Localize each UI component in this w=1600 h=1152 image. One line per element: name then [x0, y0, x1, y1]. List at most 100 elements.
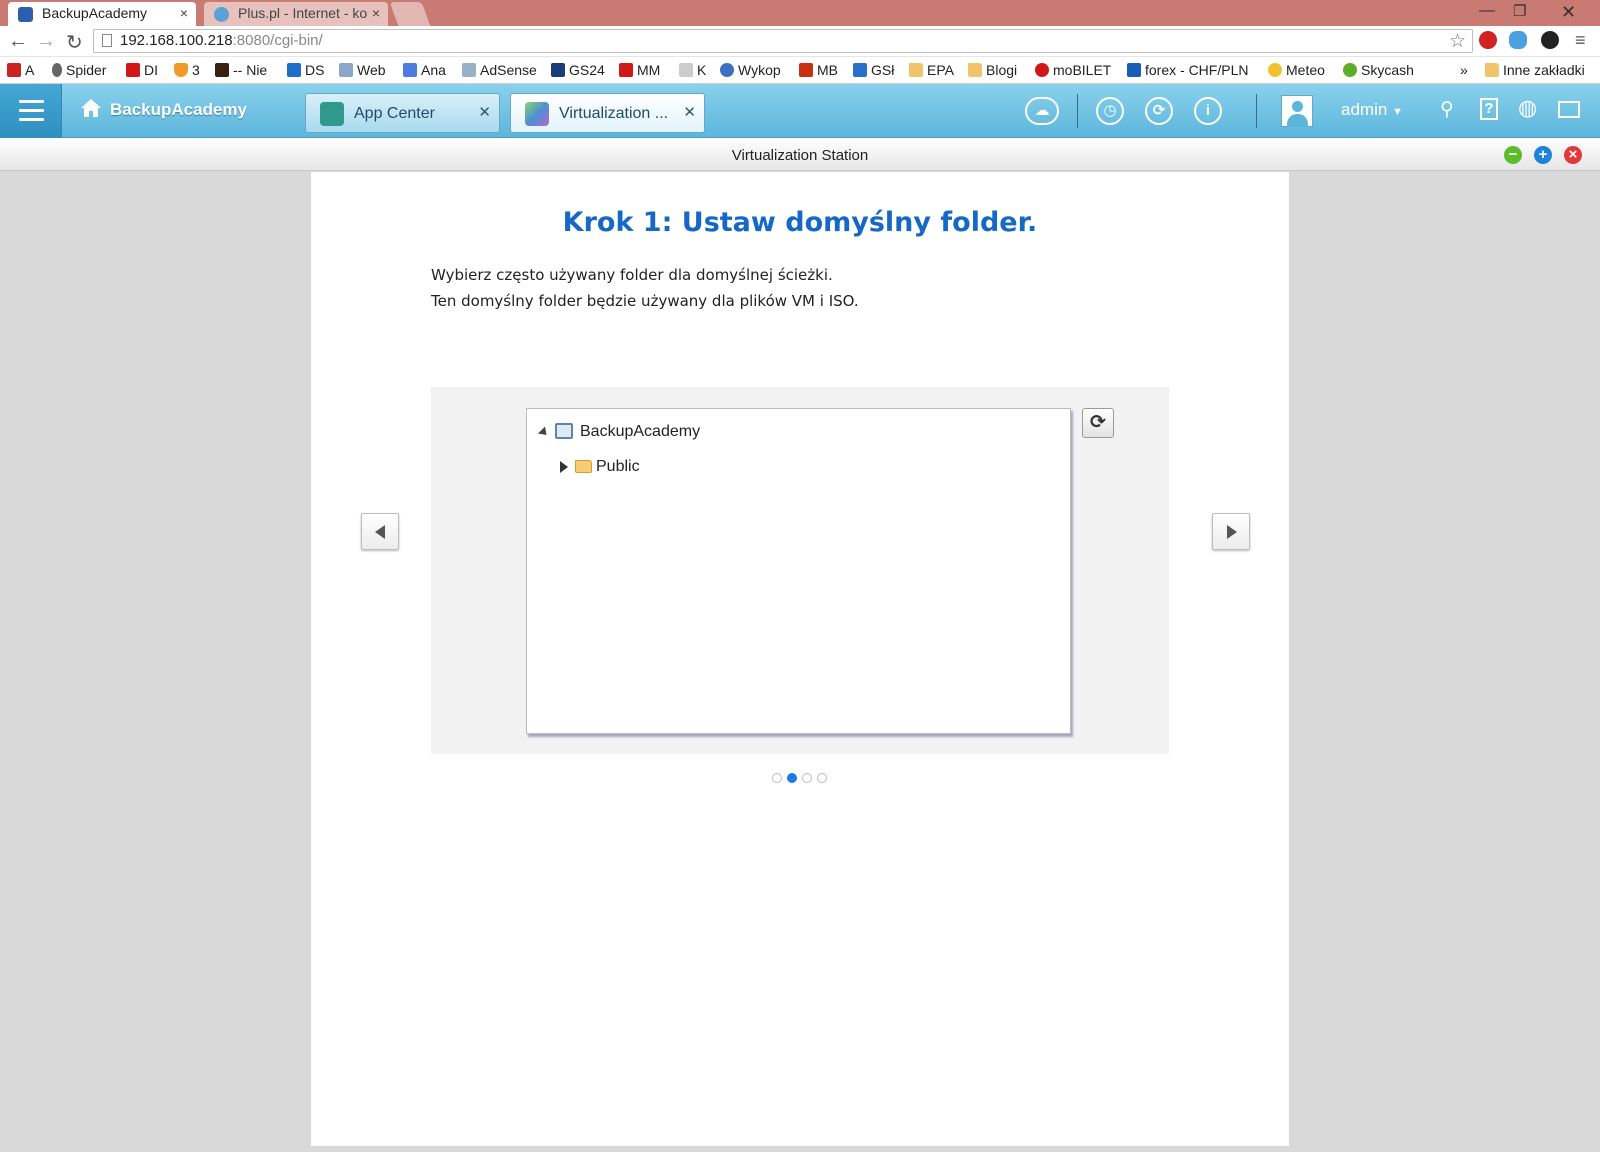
gsl-icon: [853, 63, 867, 77]
help-icon[interactable]: ?: [1480, 98, 1498, 120]
more-bookmarks-button[interactable]: »: [1460, 62, 1468, 78]
refresh-button[interactable]: ⟳: [1082, 408, 1114, 438]
bookmark-item[interactable]: DS: [287, 62, 324, 78]
close-icon[interactable]: ✕: [478, 103, 491, 121]
back-arrow-icon[interactable]: ←: [8, 30, 28, 53]
page-title: Krok 1: Ustaw domyślny folder.: [562, 207, 1038, 238]
user-menu[interactable]: admin ▼: [1341, 100, 1403, 120]
tree-node-label: BackupAcademy: [580, 423, 701, 440]
browser-tab-strip: BackupAcademy × Plus.pl - Internet - ko …: [0, 0, 1600, 26]
minimize-window-icon[interactable]: —: [1479, 2, 1495, 20]
gs-icon: [551, 63, 565, 77]
divider: [1256, 94, 1257, 128]
close-tab-icon[interactable]: ×: [180, 5, 188, 21]
wizard-panel: Krok 1: Ustaw domyślny folder. Wybierz c…: [311, 172, 1289, 1146]
hamburger-icon: [19, 109, 44, 112]
bookmark-item[interactable]: MM: [619, 62, 660, 78]
tab-app-center[interactable]: App Center ✕: [305, 93, 500, 133]
window-title-bar: Virtualization Station − + ×: [0, 138, 1600, 171]
sync-icon[interactable]: ⟳: [1145, 97, 1173, 125]
expand-triangle-icon[interactable]: [560, 461, 568, 473]
bookmark-folder[interactable]: Blogi: [968, 62, 1017, 78]
user-name: admin: [1341, 100, 1388, 119]
maximize-icon[interactable]: +: [1534, 146, 1552, 164]
dsm-icon: [287, 63, 301, 77]
reload-icon[interactable]: ↻: [66, 30, 83, 55]
bookmark-item[interactable]: GSł: [853, 62, 894, 78]
page-dot[interactable]: [787, 773, 797, 783]
description-line: Wybierz często używany folder dla domyśl…: [431, 266, 833, 284]
home-label: BackupAcademy: [110, 100, 248, 119]
k-icon: [679, 63, 693, 77]
browser-tab-plus[interactable]: Plus.pl - Internet - ko ×: [204, 2, 388, 26]
bookmark-item[interactable]: 3: [174, 62, 200, 78]
cloud-icon[interactable]: ☁: [1025, 97, 1059, 125]
ghostery-extension-icon[interactable]: [1509, 31, 1527, 49]
bookmark-item[interactable]: K: [679, 62, 706, 78]
bookmark-item[interactable]: Meteo: [1268, 62, 1325, 78]
bookmarks-bar: A Spider DI 3 -- Nie DS Web Ana AdSense …: [0, 57, 1600, 84]
new-tab-button[interactable]: [389, 2, 431, 26]
folder-icon: [909, 63, 923, 77]
weather-icon: [1268, 63, 1282, 77]
close-tab-icon[interactable]: ×: [372, 5, 380, 21]
page-dot[interactable]: [817, 773, 827, 783]
page-dot[interactable]: [802, 773, 812, 783]
bookmark-item[interactable]: DI: [126, 62, 158, 78]
url-host: 192.168.100.218: [120, 32, 233, 49]
info-icon[interactable]: i: [1194, 97, 1222, 125]
desktop-icon[interactable]: [1558, 101, 1580, 118]
minimize-icon[interactable]: −: [1504, 146, 1522, 164]
forward-arrow-icon[interactable]: →: [36, 30, 56, 53]
bookmark-item[interactable]: Skycash: [1343, 62, 1414, 78]
bookmark-item[interactable]: GS24: [551, 62, 605, 78]
download-extension-icon[interactable]: [1541, 31, 1559, 49]
bookmark-item[interactable]: Spider: [52, 62, 106, 78]
shield-icon: [174, 63, 188, 77]
address-bar[interactable]: 192.168.100.218:8080/cgi-bin/ ☆: [93, 29, 1473, 53]
adsense-icon: [462, 63, 476, 77]
page-dot[interactable]: [772, 773, 782, 783]
bookmark-item[interactable]: Wykop: [720, 62, 781, 78]
tab-virtualization[interactable]: Virtualization ... ✕: [510, 93, 705, 133]
home-button[interactable]: BackupAcademy: [80, 98, 247, 120]
bookmark-item[interactable]: moBILET: [1035, 62, 1111, 78]
tab-label: App Center: [354, 105, 435, 122]
close-icon[interactable]: ×: [1564, 146, 1582, 164]
next-button[interactable]: [1212, 513, 1250, 550]
clock-icon[interactable]: ◷: [1096, 97, 1124, 125]
arrow-right-icon: [1227, 525, 1237, 539]
qnap-top-bar: BackupAcademy App Center ✕ Virtualizatio…: [0, 84, 1600, 138]
chrome-menu-icon[interactable]: ≡: [1575, 30, 1586, 51]
other-bookmarks-folder[interactable]: Inne zakładki: [1485, 62, 1585, 78]
browser-tab-backupacademy[interactable]: BackupAcademy ×: [8, 2, 196, 26]
globe-icon[interactable]: ◍: [1518, 95, 1537, 121]
restore-window-icon[interactable]: ❐: [1513, 2, 1526, 20]
bookmark-folder[interactable]: EPA: [909, 62, 954, 78]
divider: [1077, 94, 1078, 128]
mm-icon: [619, 63, 633, 77]
mb-icon: [799, 63, 813, 77]
bookmark-item[interactable]: forex - CHF/PLN: [1127, 62, 1248, 78]
bookmark-item[interactable]: AdSense: [462, 62, 537, 78]
adblock-extension-icon[interactable]: [1479, 31, 1497, 49]
close-icon[interactable]: ✕: [683, 103, 696, 121]
folder-tree[interactable]: BackupAcademy Public: [526, 408, 1071, 734]
bookmark-item[interactable]: Web: [339, 62, 386, 78]
plus-favicon-icon: [214, 7, 229, 22]
wykop-icon: [720, 63, 734, 77]
bookmark-item[interactable]: MB: [799, 62, 838, 78]
di-icon: [126, 63, 140, 77]
avatar[interactable]: [1281, 95, 1313, 127]
bookmark-item[interactable]: -- Nie: [215, 62, 267, 78]
bookmark-star-icon[interactable]: ☆: [1449, 30, 1466, 53]
google-icon: [403, 63, 417, 77]
close-window-icon[interactable]: ✕: [1561, 2, 1576, 23]
search-icon[interactable]: ⚲: [1440, 98, 1454, 121]
collapse-triangle-icon[interactable]: [537, 426, 551, 439]
main-menu-button[interactable]: [0, 84, 62, 138]
folder-icon: [575, 460, 592, 473]
bookmark-item[interactable]: Ana: [403, 62, 446, 78]
previous-button[interactable]: [361, 513, 399, 550]
bookmark-item[interactable]: A: [7, 62, 34, 78]
